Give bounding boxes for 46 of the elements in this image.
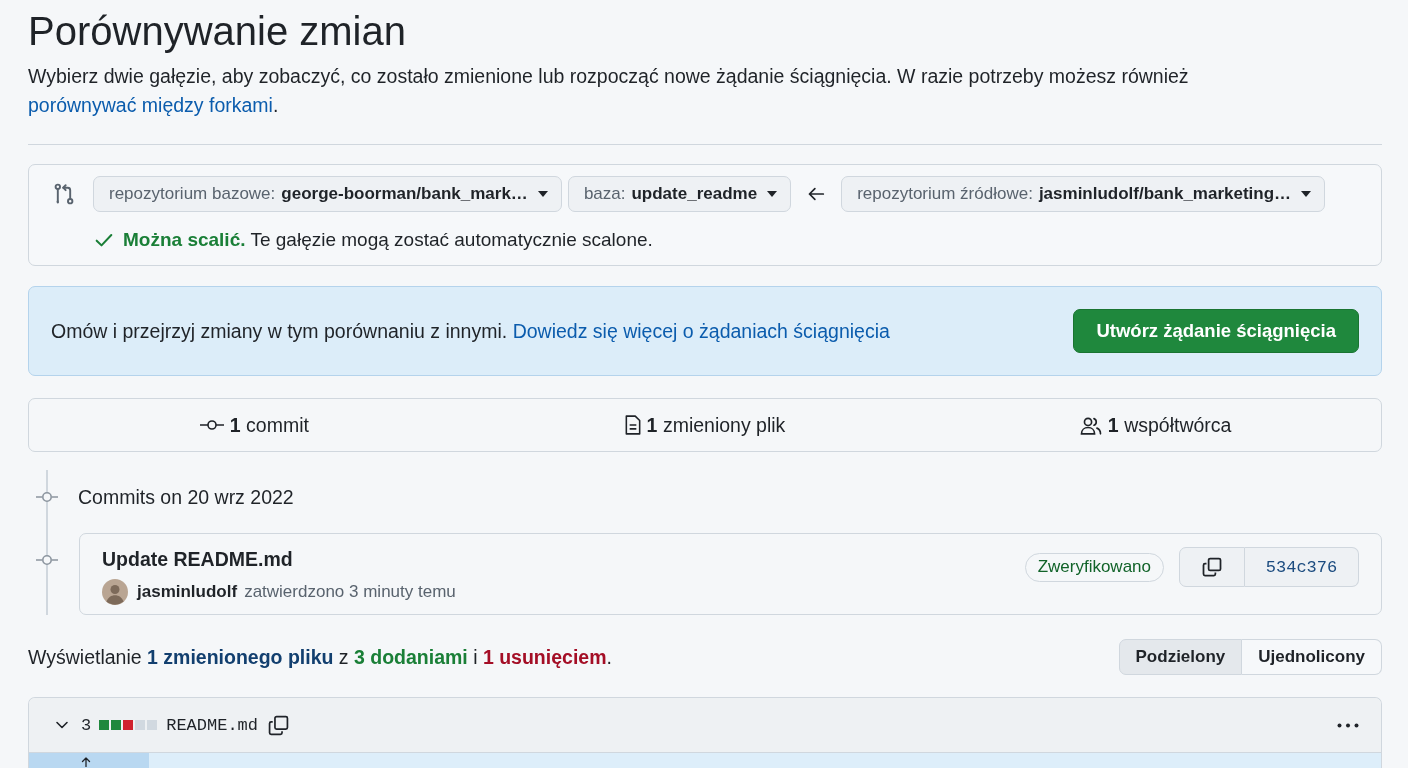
unchanged-block-icon — [147, 720, 158, 730]
files-tab[interactable]: 1 zmieniony plik — [624, 413, 786, 437]
merge-status-text: Można scalić. Te gałęzie mogą zostać automatycznie scalone. — [123, 229, 653, 251]
head-repository-dropdown[interactable]: repozytorium źródłowe: jasminludolf/bank_marketing… — [841, 176, 1326, 212]
copy-icon — [268, 714, 290, 736]
unchanged-block-icon — [135, 720, 146, 730]
file-name-link[interactable]: README.md — [166, 715, 259, 735]
base-repository-dropdown[interactable]: repozytorium bazowe: george-boorman/bank_mark… — [93, 176, 562, 212]
people-icon — [1079, 415, 1102, 435]
arrow-left-icon — [807, 185, 826, 203]
learn-more-link[interactable]: Dowiedz się więcej o żądaniach ściągnięcia — [512, 320, 890, 342]
author-link[interactable]: jasminludolf — [137, 582, 238, 602]
compare-icon — [53, 183, 75, 205]
intro-text: Wybierz dwie gałęzie, aby zobaczyć, co zostało zmienione lub rozpocząć nowe żądanie ściągnięcia. W razie potrzeby możesz również porównywać między forkami. — [28, 64, 1190, 118]
deletion-block-icon — [123, 720, 134, 730]
addition-block-icon — [99, 720, 110, 730]
commit-date-heading: Commits on 20 wrz 2022 — [78, 485, 294, 509]
addition-block-icon — [111, 720, 122, 730]
banner-text: Omów i przejrzyj zmiany w tym porównaniu z innymi. Dowiedz się więcej o żądaniach ściągnięcia — [51, 319, 890, 344]
arrow-up-icon — [81, 757, 91, 767]
more-options-button[interactable] — [1337, 722, 1359, 728]
page-title: Porównywanie zmian — [28, 8, 407, 55]
timeline-node-icon — [36, 553, 58, 567]
timeline-node-icon — [36, 490, 58, 504]
more-icon — [1337, 722, 1359, 728]
diff-summary-text: Wyświetlanie 1 zmienionego pliku z 3 dodaniami i 1 usunięciem. — [28, 645, 612, 670]
file-icon — [624, 415, 641, 435]
avatar-icon — [102, 579, 128, 605]
commit-title-link[interactable]: Update README.md — [102, 547, 456, 571]
commit-time-text: zatwierdzono 3 minuty temu — [244, 582, 456, 602]
compare-forks-link[interactable]: porównywać między forkami — [28, 94, 273, 116]
change-count: 3 — [81, 715, 92, 735]
caret-icon — [767, 191, 778, 197]
copy-sha-button[interactable] — [1179, 547, 1245, 587]
base-branch-dropdown[interactable]: baza: update_readme — [567, 176, 792, 212]
copy-icon — [1202, 557, 1222, 577]
commit-sha-button[interactable]: 534c376 — [1245, 547, 1359, 587]
copy-path-button[interactable] — [268, 714, 290, 736]
unified-view-button[interactable]: Ujednolicony — [1242, 639, 1382, 675]
caret-icon — [537, 191, 548, 197]
commit-icon — [199, 419, 224, 431]
create-pull-request-button[interactable]: Utwórz żądanie ściągnięcia — [1073, 309, 1359, 353]
contributors-tab[interactable]: 1 współtwórca — [1079, 413, 1232, 437]
split-view-button[interactable]: Podzielony — [1118, 639, 1243, 675]
commits-tab[interactable]: 1 commit — [199, 413, 309, 437]
caret-icon — [1301, 191, 1312, 197]
